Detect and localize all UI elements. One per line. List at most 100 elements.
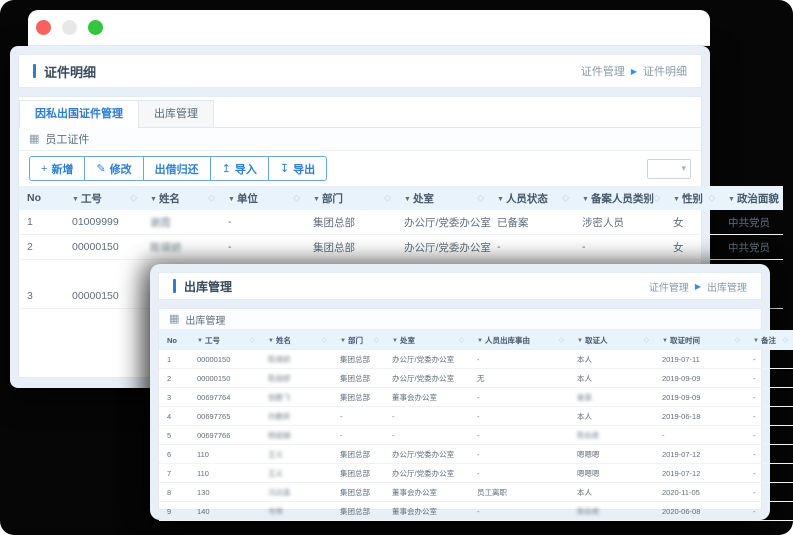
filter-icon[interactable]: ▼ bbox=[662, 338, 668, 344]
filter-icon[interactable]: ▼ bbox=[340, 338, 346, 344]
filter-icon[interactable]: ▼ bbox=[673, 196, 680, 203]
column-header[interactable]: ▼ 单位 ◇ bbox=[220, 186, 305, 210]
column-header[interactable]: ▼ 备案人员类别 ◇ bbox=[574, 186, 665, 210]
column-header[interactable]: ▼ 姓名 ◇ bbox=[260, 330, 332, 350]
tab-private-passport-mgmt[interactable]: 因私出国证件管理 bbox=[19, 100, 139, 128]
column-header[interactable]: ▼ 取证时间 ◇ bbox=[654, 330, 745, 350]
column-header[interactable]: ▼ 工号 ◇ bbox=[189, 330, 260, 350]
table-row[interactable]: 500697766杨丽娟---陈伯希--2020-06-04 bbox=[159, 425, 793, 445]
breadcrumb-parent[interactable]: 证件管理 bbox=[581, 63, 625, 79]
redacted-text: 陈伯希 bbox=[577, 430, 600, 440]
column-header[interactable]: ▼ 处室 ◇ bbox=[396, 186, 489, 210]
table-head: No ▼ 工号 ◇ ▼ 姓名 ◇ ▼ 单位 ◇ ▼ 部门 ◇ ▼ 处室 ◇ ▼ 人员状态 ◇ ▼ 备案人员类别 ◇ ▼ 性别 ◇… bbox=[19, 186, 783, 210]
table-cell: 韦琴 bbox=[260, 501, 332, 521]
column-header[interactable]: ▼ 部门 ◇ bbox=[305, 186, 396, 210]
column-header[interactable]: ▼ 政治面貌 bbox=[720, 186, 783, 210]
column-header[interactable]: ▼ 处室 ◇ bbox=[384, 330, 469, 350]
sort-icon[interactable]: ◇ bbox=[293, 192, 300, 203]
sort-icon[interactable]: ◇ bbox=[559, 336, 564, 344]
table-row[interactable]: 2 00000150 陈瑛娇 - 集团总部 办公厅/党委办公室 - - 女中共党员 bbox=[19, 234, 783, 260]
table-cell: 集团总部 bbox=[332, 482, 384, 502]
table-row[interactable]: 7110王义集团总部办公厅/党委办公室-嗯嗯嗯2019-07-12-2019-0… bbox=[159, 463, 793, 483]
sort-icon[interactable]: ◇ bbox=[459, 336, 464, 344]
column-header[interactable]: ▼ 备注 ◇ bbox=[745, 330, 793, 350]
column-label: 姓名 bbox=[158, 192, 180, 205]
filter-icon[interactable]: ▼ bbox=[404, 196, 411, 203]
table-row[interactable]: 300697764张鹏飞集团总部董事会办公室-崔某2019-09-09-2019… bbox=[159, 387, 793, 407]
table-cell: 孙鹏弈 bbox=[260, 406, 332, 426]
table-cell: 6 bbox=[159, 444, 189, 464]
sort-icon[interactable]: ◇ bbox=[322, 336, 327, 344]
filter-icon[interactable]: ▼ bbox=[197, 338, 203, 344]
column-header[interactable]: ▼ 人员状态 ◇ bbox=[489, 186, 574, 210]
table-row[interactable]: 6110王义集团总部办公厅/党委办公室-嗯嗯嗯2019-07-12-2019-0… bbox=[159, 444, 793, 464]
sort-icon[interactable]: ◇ bbox=[783, 336, 788, 344]
table-cell: 2 bbox=[159, 368, 189, 388]
column-label: 姓名 bbox=[275, 335, 291, 345]
filter-icon[interactable]: ▼ bbox=[228, 196, 235, 203]
sort-icon[interactable]: ◇ bbox=[374, 336, 379, 344]
table-cell: 本人 bbox=[569, 350, 654, 369]
column-header[interactable]: ▼ 取证人 ◇ bbox=[569, 330, 654, 350]
filter-icon[interactable]: ▼ bbox=[313, 196, 320, 203]
export-button[interactable]: ↧ 导出 bbox=[267, 156, 328, 181]
sort-icon[interactable]: ◇ bbox=[130, 192, 137, 203]
filter-icon[interactable]: ▼ bbox=[577, 338, 583, 344]
zoom-window-button[interactable] bbox=[88, 20, 103, 35]
filter-icon[interactable]: ▼ bbox=[497, 196, 504, 203]
filter-icon[interactable]: ▼ bbox=[477, 338, 483, 344]
table-row[interactable]: 8130冯达昌集团总部董事会办公室员工离职本人2020-11-05-2020-1… bbox=[159, 482, 793, 502]
column-header[interactable]: ▼ 部门 ◇ bbox=[332, 330, 384, 350]
sort-icon[interactable]: ◇ bbox=[735, 336, 740, 344]
table-row[interactable]: 200000150陈丽娇集团总部办公厅/党委办公室无本人2019-09-09-2… bbox=[159, 368, 793, 388]
add-button[interactable]: + 新增 bbox=[29, 156, 86, 181]
table-cell: 董事会办公室 bbox=[384, 482, 469, 502]
header-row: No ▼ 工号 ◇ ▼ 姓名 ◇ ▼ 单位 ◇ ▼ 部门 ◇ ▼ 处室 ◇ ▼ 人员状态 ◇ ▼ 备案人员类别 ◇ ▼ 性别 ◇… bbox=[19, 186, 783, 210]
table-cell: 陈伯希 bbox=[569, 501, 654, 521]
table-cell: 集团总部 bbox=[305, 234, 396, 260]
filter-icon[interactable]: ▼ bbox=[392, 338, 398, 344]
table-cell: 2020-06-08 bbox=[654, 501, 745, 521]
filter-icon[interactable]: ▼ bbox=[582, 196, 589, 203]
column-header[interactable]: ▼ 姓名 ◇ bbox=[142, 186, 220, 210]
sort-icon[interactable]: ◇ bbox=[653, 192, 660, 203]
redacted-text: 孙鹏弈 bbox=[268, 411, 291, 421]
sort-icon[interactable]: ◇ bbox=[250, 336, 255, 344]
table-row[interactable]: 9140韦琴集团总部董事会办公室-陈伯希2020-06-08-2020-06-0… bbox=[159, 501, 793, 521]
page-size-select[interactable]: ▾ bbox=[647, 158, 691, 179]
column-header[interactable]: ▼ 人员出库事由 ◇ bbox=[469, 330, 569, 350]
breadcrumb-parent[interactable]: 证件管理 bbox=[649, 279, 689, 294]
table-cell: 130 bbox=[189, 482, 260, 502]
table-cell: 办公厅/党委办公室 bbox=[384, 350, 469, 369]
column-header[interactable]: ▼ 性别 ◇ bbox=[665, 186, 720, 210]
table-row[interactable]: 100000150陈瑛娇集团总部办公厅/党委办公室-本人2019-07-11-2… bbox=[159, 350, 793, 369]
column-header[interactable]: ▼ 工号 ◇ bbox=[64, 186, 142, 210]
table-cell: 办公厅/党委办公室 bbox=[384, 444, 469, 464]
sort-icon[interactable]: ◇ bbox=[708, 192, 715, 203]
tab-bar: 因私出国证件管理 出库管理 bbox=[19, 97, 701, 128]
table-cell: 00000150 bbox=[64, 284, 142, 309]
lend-return-button[interactable]: 出借归还 bbox=[142, 156, 211, 181]
sort-icon[interactable]: ◇ bbox=[208, 192, 215, 203]
sort-icon[interactable]: ◇ bbox=[562, 192, 569, 203]
filter-icon[interactable]: ▼ bbox=[150, 196, 157, 203]
table-cell: 5 bbox=[159, 425, 189, 445]
table-cell: - bbox=[332, 425, 384, 445]
table-cell: - bbox=[469, 406, 569, 426]
filter-icon[interactable]: ▼ bbox=[753, 338, 759, 344]
sort-icon[interactable]: ◇ bbox=[477, 192, 484, 203]
table-row[interactable]: 400697765孙鹏弈---本人2019-06-18-2019-06-18 bbox=[159, 406, 793, 426]
sort-icon[interactable]: ◇ bbox=[644, 336, 649, 344]
sort-icon[interactable]: ◇ bbox=[384, 192, 391, 203]
import-button[interactable]: ↥ 导入 bbox=[209, 156, 269, 181]
filter-icon[interactable]: ▼ bbox=[72, 196, 79, 203]
filter-icon[interactable]: ▼ bbox=[268, 338, 274, 344]
filter-icon[interactable]: ▼ bbox=[728, 196, 735, 203]
close-window-button[interactable] bbox=[36, 20, 51, 35]
edit-button[interactable]: ✎ 修改 bbox=[84, 156, 144, 181]
table-cell: - bbox=[745, 482, 793, 502]
table-row[interactable]: 1 01009999 谢霞 - 集团总部 办公厅/党委办公室 已备案 涉密人员女中共党员 bbox=[19, 210, 783, 235]
tab-outbound-mgmt[interactable]: 出库管理 bbox=[138, 100, 214, 128]
table-cell: - bbox=[745, 406, 793, 426]
minimize-window-button[interactable] bbox=[62, 20, 77, 35]
